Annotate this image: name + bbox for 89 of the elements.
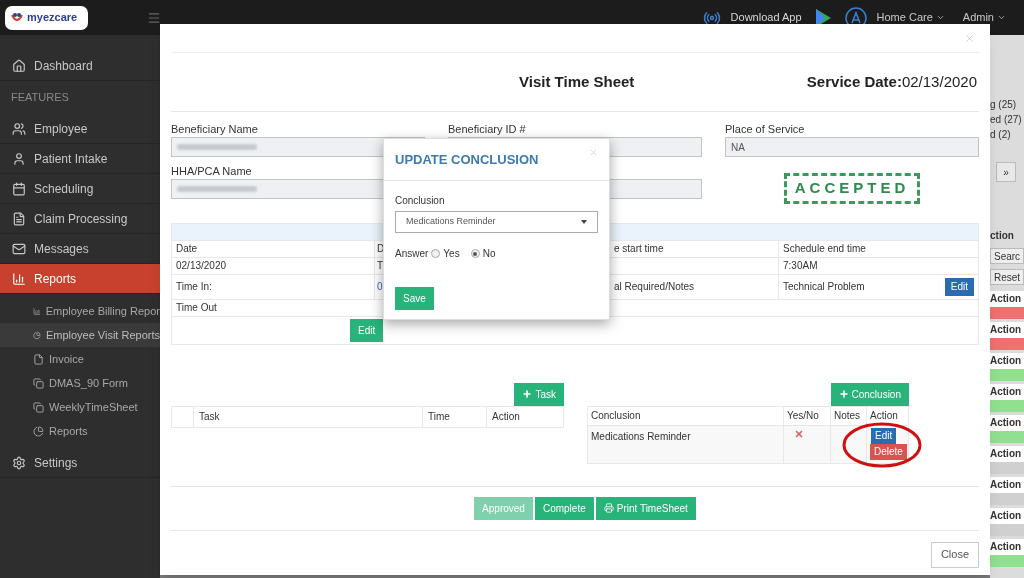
close-button[interactable]: Close [930,541,979,568]
menu-icon[interactable] [147,10,161,25]
section-heading: FEATURES [11,90,69,106]
top-menu[interactable]: Admin [962,9,1006,26]
sidebar-subitem[interactable]: Invoice [0,347,160,371]
filter-button[interactable]: Searc [990,248,1024,264]
sidebar-subitem[interactable]: Reports [0,419,160,443]
column-header: Time [428,410,450,424]
table-cell-text: 02/13/2020 [176,259,227,273]
conclusion-select[interactable]: Medications Reminder [395,211,598,233]
column-header: Task [199,410,220,424]
logo[interactable]: myezcare [5,5,88,30]
dialog-title: UPDATE CONCLUSION [395,150,539,169]
column-header: Action [990,508,1024,524]
service-date: Service Date:02/13/2020 [806,71,977,92]
radio-option[interactable]: Yes [431,246,460,261]
column-header: Action [990,539,1024,555]
column-header: Action [990,415,1024,431]
calendar-icon [12,181,26,196]
pie-chart-icon [33,329,41,341]
chevron-down-icon [997,13,1006,22]
download-app-label[interactable]: Download App [730,9,802,26]
table-cell-text: Date [176,242,198,256]
people-icon [12,121,26,136]
field-label: Beneficiary Name [171,122,259,137]
column-header: Action [990,446,1024,462]
field-label: Conclusion [395,194,446,208]
top-menu[interactable]: Home Care [876,9,945,26]
sidebar-subitem[interactable]: WeeklyTimeSheet [0,395,160,419]
area-chart-icon [33,305,41,317]
filter-button[interactable]: Reset [990,269,1024,285]
table-cell-text: al Required/Notes [614,280,695,294]
status-count[interactable]: ed (27) [990,112,1024,127]
column-header: Yes/No [787,409,819,423]
modal-title: Visit Time Sheet [519,71,635,92]
close-icon[interactable] [964,32,975,44]
field-label: HHA/PCA Name [171,164,253,179]
status-count[interactable]: g (25) [990,97,1024,112]
radio-option[interactable]: No [470,246,496,261]
house-icon [12,58,26,73]
column-header: Action [990,477,1024,493]
envelope-icon [12,241,26,256]
column-header: Action [990,291,1024,307]
status-count[interactable]: d (2) [990,127,1024,142]
table-cell-text: Technical Problem [783,280,865,294]
plus-icon [522,389,533,399]
table-cell-text: Time Out [176,301,217,315]
column-header: Action [990,322,1024,338]
settings-icon [12,455,26,470]
pager-next-button[interactable]: » [996,162,1016,182]
table-cell-text: 7:30AM [783,259,818,273]
sidebar-subitem[interactable]: Employee Visit Reports [0,323,160,347]
sidebar-subitem[interactable]: Employee Billing Repor [0,299,160,323]
table-cell-text: Schedule end time [783,242,866,256]
table-cell-text: T [377,259,384,273]
edit-button[interactable]: Edit [871,427,897,444]
table-cell-text: Time In: [176,280,212,294]
copy-icon [33,377,44,389]
input-field[interactable]: NA [725,137,979,157]
column-header: Action [990,353,1024,369]
table-link[interactable]: 0 [377,279,383,294]
bar-chart-icon [12,271,26,286]
column-header: Conclusion [591,409,641,423]
copy-icon [33,401,44,413]
sidebar-subitem[interactable]: DMAS_90 Form [0,371,160,395]
column-header: ction [990,229,1015,243]
chevron-down-icon [935,13,945,22]
person-icon [12,151,26,166]
answer-label: Answer [395,247,429,261]
printer-icon [603,503,614,513]
table-cell-text: e start time [614,242,664,256]
document-icon [12,211,26,226]
pie-chart-icon [33,425,44,437]
sidebar-item[interactable]: Reports [0,264,160,294]
column-header: Action [492,410,520,424]
field-label: Beneficiary ID # [448,122,527,137]
delete-button[interactable]: Delete [870,443,907,460]
edit-button[interactable]: Edit [944,277,974,296]
radio-button[interactable] [470,249,480,258]
accepted-stamp: ACCEPTED [783,173,921,204]
column-header: Action [870,409,898,423]
radio-button[interactable] [431,249,441,258]
column-header: Action [990,384,1024,400]
field-label: Place of Service [725,122,806,137]
file-icon [33,353,44,365]
table-cell: Medications Reminder [591,430,691,442]
plus-icon [838,389,849,399]
column-header: Notes [834,409,861,423]
close-icon[interactable] [589,148,598,157]
